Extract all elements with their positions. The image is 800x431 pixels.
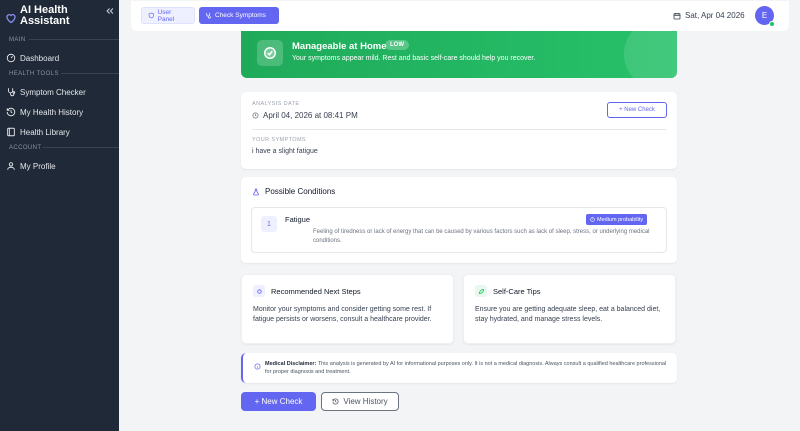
online-status-dot — [769, 21, 775, 27]
analysis-date-label: ANALYSIS DATE — [252, 101, 300, 107]
next-steps-text: Monitor your symptoms and consider getti… — [253, 306, 432, 323]
next-steps-title: Recommended Next Steps — [271, 286, 361, 296]
user-panel-label: User Panel — [157, 8, 175, 23]
disclaimer-body: This analysis is generated by AI for inf… — [265, 361, 667, 375]
sidebar-item-label: Health Library — [20, 127, 70, 137]
section-divider — [43, 147, 119, 148]
section-main: MAIN — [9, 37, 119, 43]
divider — [252, 129, 666, 130]
check-circle-icon — [257, 40, 283, 66]
disclaimer-text: Medical Disclaimer: This analysis is gen… — [265, 360, 670, 376]
new-check-button[interactable]: + New Check — [241, 392, 316, 411]
disclaimer-label: Medical Disclaimer: — [265, 361, 317, 367]
analysis-card: ANALYSIS DATE April 04, 2026 at 08:41 PM… — [241, 92, 677, 169]
section-divider — [29, 39, 119, 40]
flask-icon — [253, 188, 259, 195]
self-care-text: Ensure you are getting adequate sleep, e… — [475, 306, 661, 323]
severity-badge: LOW — [385, 40, 409, 50]
analysis-date-value: April 04, 2026 at 08:41 PM — [263, 111, 358, 120]
symptoms-label: YOUR SYMPTOMS — [252, 137, 306, 143]
view-history-button[interactable]: View History — [321, 392, 399, 411]
section-health-tools: HEALTH TOOLS — [9, 71, 119, 77]
section-account: ACCOUNT — [9, 145, 119, 151]
history-icon — [6, 107, 16, 117]
book-icon — [7, 127, 15, 137]
section-health-tools-label: HEALTH TOOLS — [9, 71, 59, 77]
banner-title: Manageable at Home — [292, 41, 387, 52]
leaf-icon — [475, 285, 487, 297]
sidebar-item-health-history[interactable]: My Health History — [0, 102, 119, 122]
gauge-icon — [6, 53, 16, 63]
sidebar-item-label: Symptom Checker — [20, 87, 86, 97]
sidebar-item-label: My Health History — [20, 107, 84, 117]
arrow-icon — [253, 285, 265, 297]
sidebar-item-symptom-checker[interactable]: Symptom Checker — [0, 82, 119, 102]
new-check-button-small[interactable]: + New Check — [607, 102, 667, 118]
next-steps-header: Recommended Next Steps — [253, 285, 361, 297]
info-icon — [254, 363, 261, 370]
sidebar-item-profile[interactable]: My Profile — [0, 156, 119, 176]
sidebar-item-label: Dashboard — [20, 53, 60, 63]
self-care-card: Self-Care Tips Ensure you are getting ad… — [463, 274, 676, 344]
heart-pulse-icon — [6, 14, 16, 24]
collapse-sidebar-icon[interactable] — [105, 6, 115, 16]
view-history-label: View History — [343, 397, 388, 406]
user-panel-button[interactable]: User Panel — [141, 7, 195, 24]
section-main-label: MAIN — [9, 37, 26, 43]
brand[interactable]: AI Health Assistant — [5, 5, 115, 37]
condition-name: Fatigue — [285, 215, 311, 224]
next-steps-card: Recommended Next Steps Monitor your symp… — [241, 274, 454, 344]
self-care-title: Self-Care Tips — [493, 286, 541, 296]
history-icon — [332, 398, 339, 405]
sidebar-item-label: My Profile — [20, 161, 56, 171]
analysis-date: April 04, 2026 at 08:41 PM — [252, 111, 358, 120]
info-icon — [590, 217, 595, 222]
medical-disclaimer: Medical Disclaimer: This analysis is gen… — [241, 353, 677, 383]
avatar-initial: E — [761, 11, 768, 20]
check-symptoms-label: Check Symptoms — [215, 12, 266, 19]
banner-decoration — [624, 31, 677, 78]
check-symptoms-button[interactable]: Check Symptoms — [199, 7, 279, 24]
severity-banner: Manageable at Home LOW Your symptoms app… — [241, 31, 677, 78]
section-divider — [61, 73, 119, 74]
probability-label: Medium probability — [597, 216, 644, 223]
section-account-label: ACCOUNT — [9, 145, 42, 151]
stethoscope-icon — [206, 12, 211, 19]
probability-badge: Medium probability — [586, 214, 648, 225]
clock-icon — [252, 112, 259, 119]
brand-title: AI Health Assistant — [20, 4, 70, 27]
calendar-icon — [673, 12, 681, 19]
symptoms-value: i have a slight fatigue — [252, 148, 318, 155]
conditions-card: Possible Conditions 1 Fatigue Medium pro… — [241, 177, 677, 263]
banner-subtitle: Your symptoms appear mild. Rest and basi… — [292, 55, 536, 62]
sidebar-item-dashboard[interactable]: Dashboard — [0, 48, 119, 68]
shield-icon — [148, 12, 154, 19]
conditions-header: Possible Conditions — [252, 187, 335, 196]
header-date: Sat, Apr 04 2026 — [673, 11, 745, 20]
header-date-text: Sat, Apr 04 2026 — [685, 11, 745, 20]
condition-number: 1 — [261, 216, 277, 232]
top-header: User Panel Check Symptoms Sat, Apr 04 20… — [131, 1, 789, 31]
self-care-header: Self-Care Tips — [475, 285, 541, 297]
conditions-title: Possible Conditions — [265, 187, 336, 196]
stethoscope-icon — [8, 88, 16, 97]
sidebar: AI Health Assistant MAIN Dashboard HEALT… — [0, 0, 119, 431]
condition-description: Feeling of tiredness or lack of energy t… — [313, 229, 650, 244]
user-icon — [7, 162, 15, 170]
sidebar-item-health-library[interactable]: Health Library — [0, 122, 119, 142]
